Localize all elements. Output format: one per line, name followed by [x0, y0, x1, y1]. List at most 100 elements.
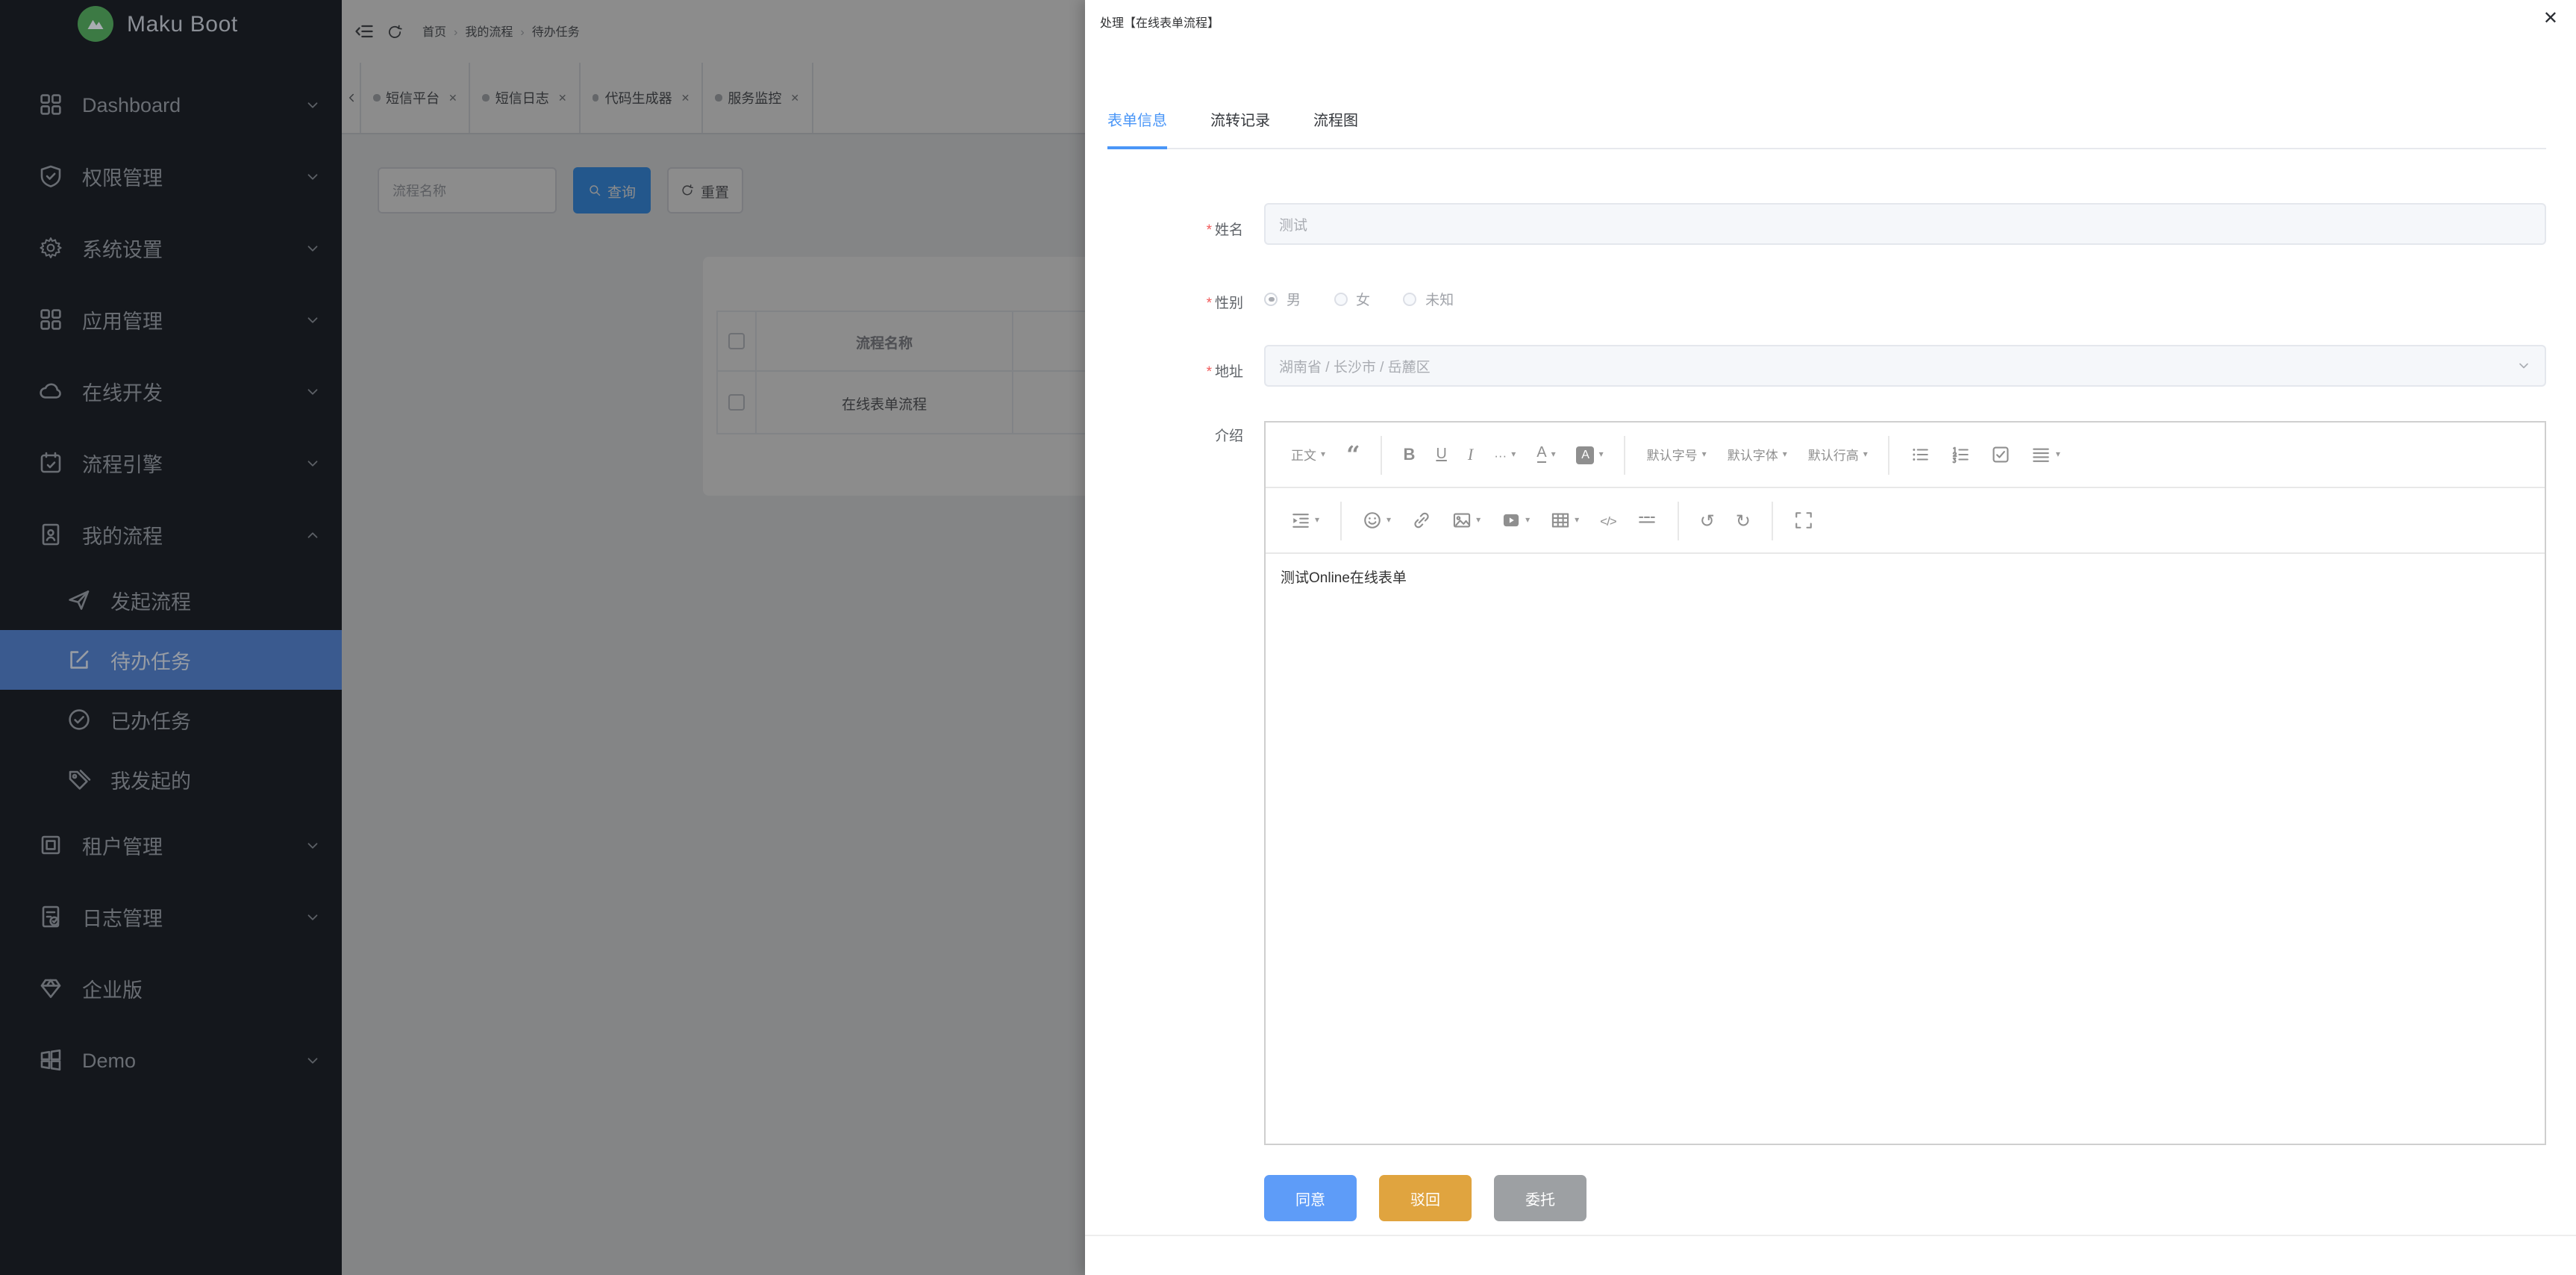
sidebar-item-log-management[interactable]: 日志管理 — [0, 881, 342, 953]
radio-unknown[interactable]: 未知 — [1403, 288, 1454, 309]
image-dropdown[interactable]: ▾ — [1452, 511, 1481, 530]
editor-toolbar-row-1: 正文▾ “ B U I ···▾ A▾ A▾ 默认字号▾ 默认字体▾ 默认行高▾… — [1266, 423, 2545, 488]
tags-icon — [67, 767, 91, 791]
fullscreen-icon[interactable] — [1794, 511, 1813, 530]
address-value: 湖南省 / 长沙市 / 岳麓区 — [1279, 355, 1431, 376]
code-block-button[interactable]: </> — [1600, 513, 1616, 528]
name-field[interactable]: 测试 — [1264, 203, 2546, 245]
chevron-down-icon — [304, 455, 321, 471]
app-window: Maku Boot Dashboard 权限管理 系统设置 应用管理 — [0, 0, 2576, 1275]
gem-icon — [39, 976, 63, 1000]
radio-male[interactable]: 男 — [1264, 288, 1301, 309]
chevron-down-icon — [304, 908, 321, 925]
chevron-down-icon — [304, 96, 321, 113]
toolbar-separator — [1889, 435, 1890, 474]
gear-icon — [39, 236, 63, 260]
toolbar-separator — [1340, 501, 1342, 540]
tab-flow-diagram[interactable]: 流程图 — [1313, 90, 1358, 148]
align-dropdown[interactable]: ▾ — [2032, 445, 2060, 464]
radio-dot-icon — [1403, 292, 1416, 305]
chevron-down-icon — [2516, 358, 2531, 373]
chevron-down-icon — [304, 383, 321, 399]
sidebar-menu: Dashboard 权限管理 系统设置 应用管理 在线开发 — [0, 48, 342, 1096]
toolbar-separator — [1381, 435, 1382, 474]
line-height-dropdown[interactable]: 默认行高▾ — [1808, 446, 1868, 464]
table-dropdown[interactable]: ▾ — [1551, 511, 1579, 530]
chevron-up-icon — [304, 526, 321, 543]
tab-form-info[interactable]: 表单信息 — [1107, 90, 1167, 149]
doc-user-icon — [39, 523, 63, 546]
redo-icon[interactable]: ↻ — [1736, 511, 1751, 529]
font-family-dropdown[interactable]: 默认字体▾ — [1728, 446, 1787, 464]
paragraph-style-dropdown[interactable]: 正文▾ — [1291, 446, 1325, 464]
ordered-list-icon[interactable] — [1951, 445, 1971, 464]
process-drawer: 处理【在线表单流程】 ✕ 表单信息 流转记录 流程图 *姓名 测试 *性别 男 … — [1085, 0, 2576, 1275]
radio-female[interactable]: 女 — [1334, 288, 1370, 309]
name-label: *姓名 — [1085, 218, 1243, 239]
app-title: Maku Boot — [127, 11, 238, 37]
gender-label: *性别 — [1085, 291, 1243, 312]
sidebar-item-workflow-engine[interactable]: 流程引擎 — [0, 427, 342, 499]
delegate-button[interactable]: 委托 — [1494, 1175, 1586, 1221]
font-color-dropdown[interactable]: A▾ — [1536, 446, 1555, 463]
chevron-down-icon — [304, 311, 321, 328]
sidebar-item-online-dev[interactable]: 在线开发 — [0, 355, 342, 427]
name-value: 测试 — [1279, 213, 1307, 234]
sidebar: Maku Boot Dashboard 权限管理 系统设置 应用管理 — [0, 0, 342, 1275]
sidebar-item-app-management[interactable]: 应用管理 — [0, 284, 342, 355]
chevron-down-icon — [304, 1052, 321, 1068]
address-select[interactable]: 湖南省 / 长沙市 / 岳麓区 — [1264, 345, 2546, 387]
approve-button[interactable]: 同意 — [1264, 1175, 1357, 1221]
edit-icon — [67, 648, 91, 672]
send-icon — [67, 588, 91, 612]
toolbar-separator — [1625, 435, 1626, 474]
link-icon[interactable] — [1412, 511, 1431, 530]
windows-icon — [39, 1048, 63, 1072]
reject-button[interactable]: 驳回 — [1379, 1175, 1472, 1221]
bold-button[interactable]: B — [1403, 446, 1415, 464]
sidebar-item-enterprise[interactable]: 企业版 — [0, 953, 342, 1024]
sidebar-item-tenant-management[interactable]: 租户管理 — [0, 809, 342, 881]
video-dropdown[interactable]: ▾ — [1501, 511, 1530, 530]
sidebar-item-dashboard[interactable]: Dashboard — [0, 69, 342, 140]
grid-icon — [39, 93, 63, 116]
indent-dropdown[interactable]: ▾ — [1291, 511, 1319, 530]
close-icon[interactable]: ✕ — [2543, 9, 2558, 27]
app-logo[interactable]: Maku Boot — [0, 0, 342, 48]
divider-icon[interactable] — [1637, 511, 1657, 530]
sidebar-item-start-workflow[interactable]: 发起流程 — [0, 570, 342, 630]
blockquote-icon[interactable]: “ — [1346, 449, 1360, 461]
required-asterisk: * — [1207, 222, 1212, 239]
chevron-down-icon — [304, 168, 321, 184]
sidebar-item-my-workflow[interactable]: 我的流程 — [0, 499, 342, 570]
sidebar-item-demo[interactable]: Demo — [0, 1024, 342, 1096]
italic-button[interactable]: I — [1468, 446, 1473, 464]
toolbar-separator — [1678, 501, 1679, 540]
sidebar-item-my-initiated[interactable]: 我发起的 — [0, 749, 342, 809]
cloud-icon — [39, 379, 63, 403]
undo-icon[interactable]: ↺ — [1700, 511, 1715, 529]
todo-list-icon[interactable] — [1992, 445, 2011, 464]
font-size-dropdown[interactable]: 默认字号▾ — [1647, 446, 1707, 464]
tab-flow-records[interactable]: 流转记录 — [1210, 90, 1270, 148]
underline-button[interactable]: U — [1436, 446, 1446, 463]
gender-radio-group: 男 女 未知 — [1264, 288, 1466, 309]
bg-color-dropdown[interactable]: A▾ — [1577, 446, 1604, 464]
emoji-dropdown[interactable]: ▾ — [1363, 511, 1391, 530]
sidebar-item-done-tasks[interactable]: 已办任务 — [0, 690, 342, 749]
calendar-check-icon — [39, 451, 63, 475]
intro-label: 介绍 — [1085, 424, 1243, 445]
sidebar-item-permissions[interactable]: 权限管理 — [0, 140, 342, 212]
address-label: *地址 — [1085, 360, 1243, 381]
chevron-down-icon — [304, 837, 321, 853]
drawer-actions: 同意 驳回 委托 — [1264, 1175, 1586, 1221]
logo-mountain-icon — [78, 6, 113, 42]
bullet-list-icon[interactable] — [1911, 445, 1931, 464]
editor-content[interactable]: 测试Online在线表单 — [1266, 554, 2545, 599]
editor-toolbar-row-2: ▾ ▾ ▾ ▾ ▾ </> ↺ ↻ — [1266, 488, 2545, 554]
rich-text-editor: 正文▾ “ B U I ···▾ A▾ A▾ 默认字号▾ 默认字体▾ 默认行高▾… — [1264, 421, 2546, 1145]
more-styles-dropdown[interactable]: ···▾ — [1494, 447, 1516, 462]
drawer-footer-divider — [1085, 1235, 2576, 1236]
sidebar-item-todo-tasks[interactable]: 待办任务 — [0, 630, 342, 690]
sidebar-item-system-settings[interactable]: 系统设置 — [0, 212, 342, 284]
